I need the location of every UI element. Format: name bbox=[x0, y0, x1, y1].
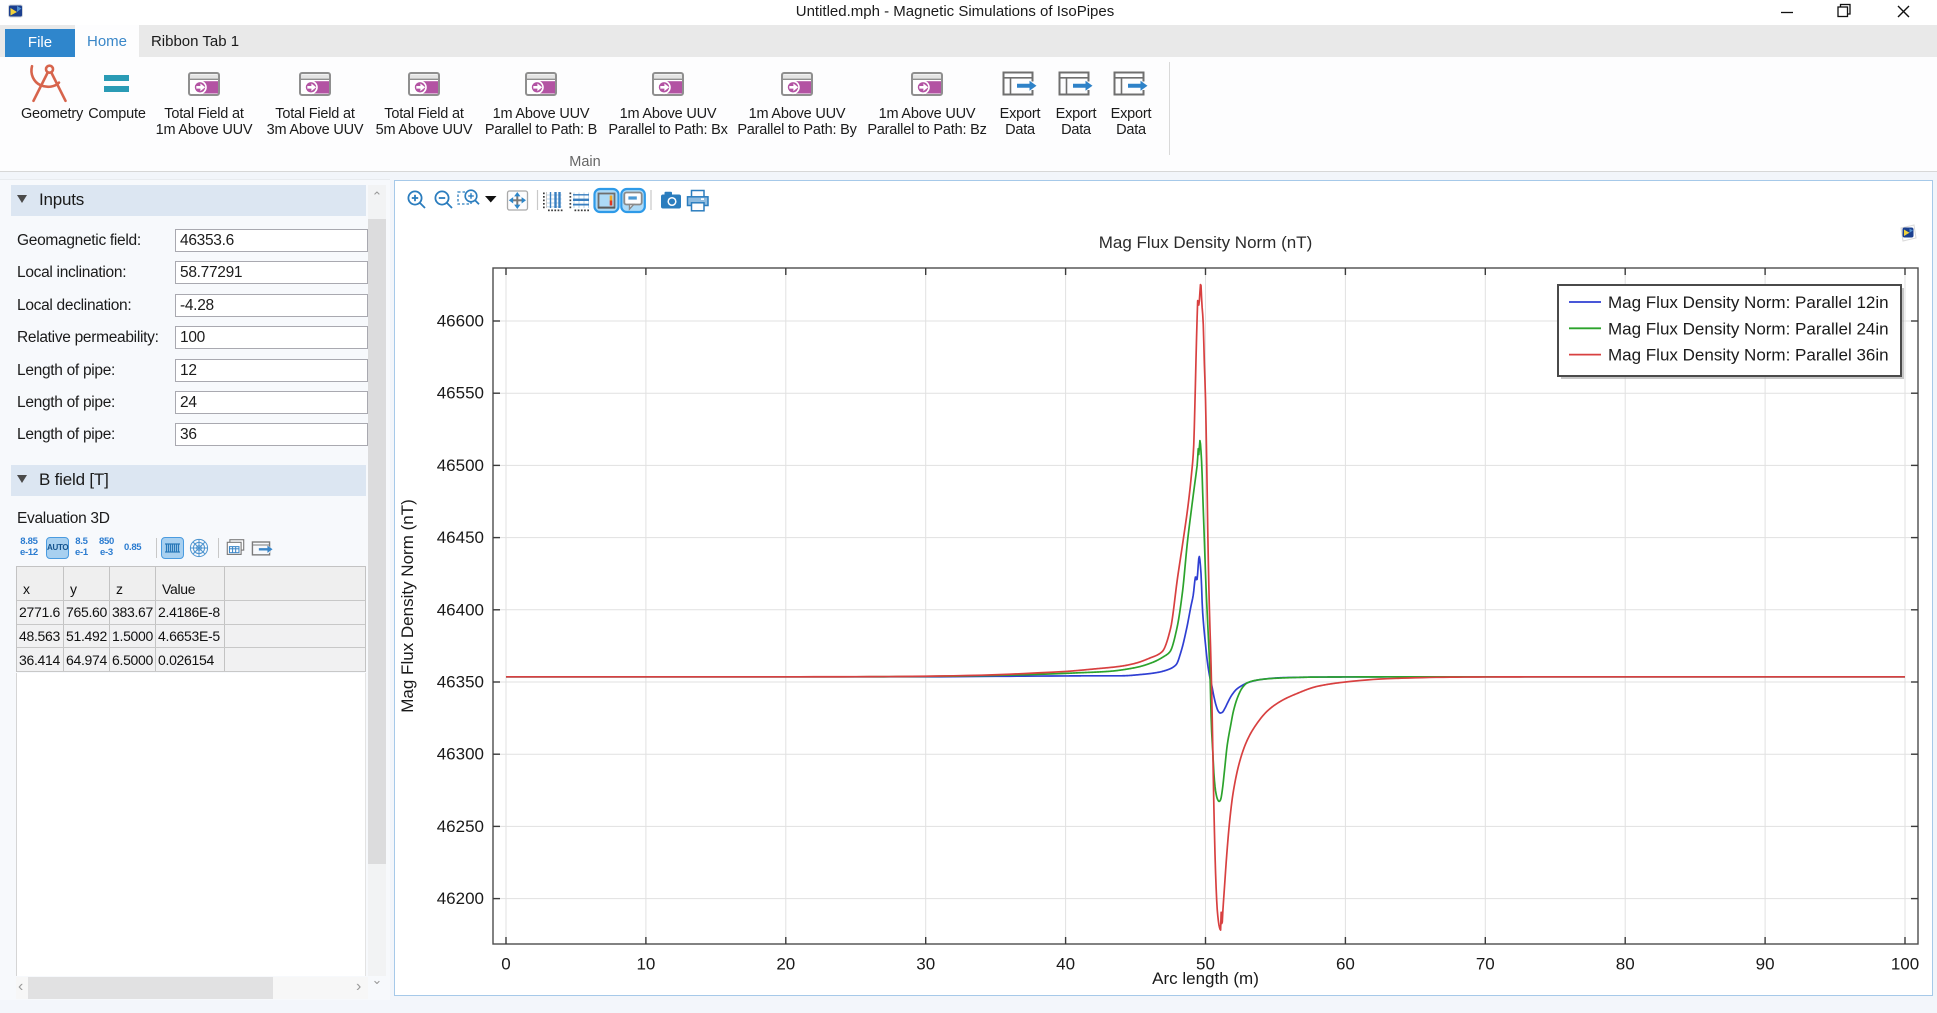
svg-text:80: 80 bbox=[1616, 954, 1635, 973]
svg-text:Mag Flux Density Norm (nT): Mag Flux Density Norm (nT) bbox=[398, 499, 417, 712]
svg-text:40: 40 bbox=[1056, 954, 1075, 973]
svg-text:46350: 46350 bbox=[437, 673, 484, 692]
svg-text:90: 90 bbox=[1756, 954, 1775, 973]
svg-text:Mag Flux Density Norm (nT): Mag Flux Density Norm (nT) bbox=[1099, 233, 1312, 252]
svg-text:0: 0 bbox=[501, 954, 510, 973]
svg-text:Mag Flux Density Norm: Paralle: Mag Flux Density Norm: Parallel 36in bbox=[1608, 346, 1889, 365]
svg-text:100: 100 bbox=[1891, 954, 1919, 973]
svg-text:20: 20 bbox=[776, 954, 795, 973]
svg-text:46550: 46550 bbox=[437, 384, 484, 403]
svg-text:46400: 46400 bbox=[437, 600, 484, 619]
svg-text:46200: 46200 bbox=[437, 889, 484, 908]
svg-text:70: 70 bbox=[1476, 954, 1495, 973]
svg-text:Mag Flux Density Norm: Paralle: Mag Flux Density Norm: Parallel 12in bbox=[1608, 293, 1889, 312]
svg-text:Arc length (m): Arc length (m) bbox=[1152, 969, 1259, 988]
svg-text:10: 10 bbox=[636, 954, 655, 973]
svg-text:46250: 46250 bbox=[437, 817, 484, 836]
svg-text:30: 30 bbox=[916, 954, 935, 973]
svg-text:46300: 46300 bbox=[437, 745, 484, 764]
svg-text:46500: 46500 bbox=[437, 456, 484, 475]
svg-text:46450: 46450 bbox=[437, 528, 484, 547]
svg-text:60: 60 bbox=[1336, 954, 1355, 973]
svg-text:Mag Flux Density Norm: Paralle: Mag Flux Density Norm: Parallel 24in bbox=[1608, 319, 1889, 338]
svg-text:46600: 46600 bbox=[437, 312, 484, 331]
